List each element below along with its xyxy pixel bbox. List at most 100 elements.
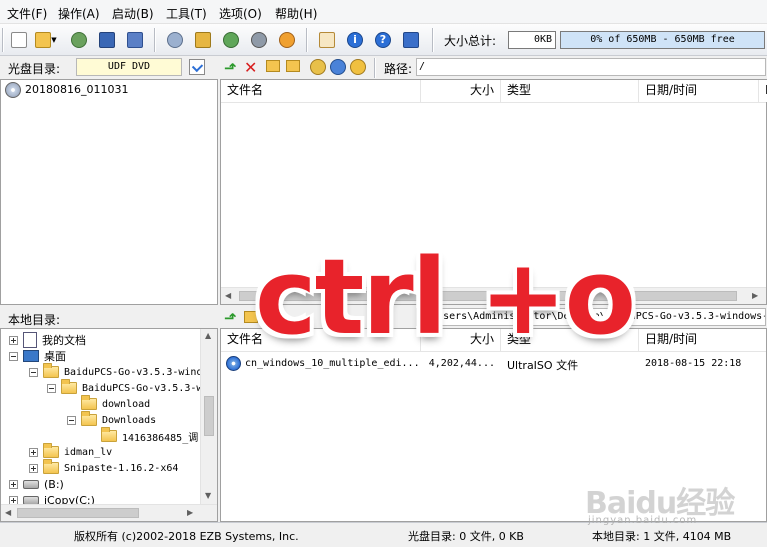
refresh-icon[interactable] (350, 59, 366, 75)
disc-tree-pane[interactable]: 20180816_011031 (0, 79, 218, 305)
col-size[interactable]: 大小 (421, 80, 501, 102)
disc-dir-label: 光盘目录: (8, 62, 61, 76)
size-total-label: 大小总计: (444, 34, 497, 48)
save-icon[interactable] (96, 29, 118, 51)
help-icon[interactable]: ? (372, 29, 394, 51)
tree-item-label: 我的文档 (42, 334, 86, 347)
tree-item[interactable]: (B:) (9, 476, 64, 492)
compress-icon[interactable] (220, 29, 242, 51)
tree-item[interactable]: Downloads (67, 411, 156, 428)
info-icon[interactable]: i (344, 29, 366, 51)
menu-bootable[interactable]: 启动(B) (112, 5, 154, 22)
tree-item[interactable]: idman_lv (29, 443, 113, 460)
tree-item[interactable]: 我的文档 (9, 332, 86, 348)
disc-format-edit-icon[interactable] (189, 59, 205, 75)
open-dropdown-icon[interactable]: ▼ (48, 29, 60, 51)
local-panel-header: 本地目录: (0, 307, 218, 329)
capacity-bar: 0% of 650MB - 650MB free (560, 31, 765, 49)
expand-icon[interactable] (9, 335, 18, 345)
disc-root-item[interactable]: 20180816_011031 (25, 83, 128, 96)
disc-format-field[interactable]: UDF DVD (76, 58, 182, 76)
add-files-icon[interactable] (310, 59, 326, 75)
burn-icon[interactable] (276, 29, 298, 51)
delete-icon[interactable]: ✕ (244, 58, 257, 77)
col-datetime[interactable]: 日期/时间 (639, 329, 766, 351)
col-type[interactable]: 类型 (501, 80, 639, 102)
scroll-left-icon[interactable]: ◀ (225, 291, 231, 300)
tree-item-label: idman_lv (64, 446, 113, 458)
exit-icon[interactable] (400, 29, 422, 51)
status-local-dir: 本地目录: 1 文件, 4104 MB (592, 530, 732, 543)
col-datetime[interactable]: 日期/时间 (639, 80, 759, 102)
mount-icon[interactable] (248, 29, 270, 51)
menu-bar: 文件(F) 操作(A) 启动(B) 工具(T) 选项(O) 帮助(H) (0, 0, 767, 24)
scroll-up-icon[interactable]: ▲ (205, 331, 211, 340)
menu-options[interactable]: 选项(O) (219, 5, 262, 22)
disc-column-header-row: 文件名 大小 类型 日期/时间 L (221, 80, 767, 103)
make-image-icon[interactable] (164, 29, 186, 51)
local-dir-label: 本地目录: (8, 313, 61, 327)
col-filename[interactable]: 文件名 (221, 80, 421, 102)
toolbar-grip (2, 28, 4, 52)
menu-help[interactable]: 帮助(H) (275, 5, 317, 22)
tree-item[interactable]: BaiduPCS-Go-v3.5.3-windows-x64 (29, 363, 217, 380)
up-folder-icon[interactable]: ⬏ (224, 309, 237, 327)
convert-icon[interactable] (192, 29, 214, 51)
tree-item[interactable]: download (67, 395, 151, 412)
new-folder-icon[interactable] (266, 60, 280, 72)
expand-icon[interactable] (29, 447, 38, 457)
scroll-left-icon[interactable]: ◀ (5, 508, 11, 517)
menu-actions[interactable]: 操作(A) (58, 5, 100, 22)
settings-icon[interactable] (330, 59, 346, 75)
folder-icon (101, 427, 117, 442)
toolbar-separator (374, 58, 376, 78)
tree-item-label: download (102, 398, 151, 410)
disc-file-toolbar: ⬏ ✕ 路径: / (220, 56, 767, 80)
collapse-icon[interactable] (9, 351, 18, 361)
scroll-thumb[interactable] (204, 396, 214, 436)
tree-item[interactable]: Snipaste-1.16.2-x64 (29, 459, 178, 476)
collapse-icon[interactable] (47, 383, 56, 393)
tree-item[interactable]: 桌面 (9, 348, 66, 364)
folder-icon (61, 379, 77, 394)
iso-file-icon (226, 356, 241, 371)
status-copyright: 版权所有 (c)2002-2018 EZB Systems, Inc. (74, 530, 299, 543)
local-tree-vertical-scrollbar[interactable]: ▲ ▼ (200, 329, 217, 504)
folder-icon (43, 459, 59, 474)
expand-icon[interactable] (9, 479, 18, 489)
local-tree-horizontal-scrollbar[interactable]: ◀ ▶ (1, 504, 217, 521)
disc-path-field[interactable]: / (416, 58, 766, 76)
local-tree-pane[interactable]: 我的文档桌面 BaiduPCS-Go-v3.5.3-windows-x64 Baid… (0, 328, 218, 522)
tree-item-label: BaiduPCS-Go-v3.5.3-windows-x64 (82, 382, 217, 394)
collapse-icon[interactable] (29, 367, 38, 377)
baidu-watermark-url: jingyan.baidu.com (588, 515, 698, 526)
menu-file[interactable]: 文件(F) (7, 5, 47, 22)
tree-item[interactable]: 1416386485_调 (87, 427, 199, 444)
folder-icon (43, 443, 59, 458)
toolbar-separator (432, 28, 434, 52)
rename-folder-icon[interactable] (286, 60, 300, 72)
new-icon[interactable] (8, 29, 30, 51)
desktop-icon (23, 350, 39, 362)
col-extra[interactable]: L (759, 80, 767, 102)
expand-icon[interactable] (29, 463, 38, 473)
collapse-icon[interactable] (67, 415, 76, 425)
properties-icon[interactable] (124, 29, 146, 51)
folder-icon (81, 411, 97, 426)
info-doc-icon[interactable] (316, 29, 338, 51)
documents-icon (23, 332, 37, 348)
toolbar: ▼ i ? 大小总计: 0KB 0% of 650MB - 650MB free (0, 24, 767, 56)
size-total-value: 0KB (508, 31, 556, 49)
scroll-down-icon[interactable]: ▼ (205, 491, 211, 500)
tree-item[interactable]: BaiduPCS-Go-v3.5.3-windows-x64 (47, 379, 217, 396)
scroll-thumb[interactable] (17, 508, 139, 518)
status-disc-dir: 光盘目录: 0 文件, 0 KB (408, 530, 524, 543)
menu-tools[interactable]: 工具(T) (166, 5, 207, 22)
up-folder-icon[interactable]: ⬏ (224, 59, 237, 77)
save-as-icon[interactable] (68, 29, 90, 51)
scroll-right-icon[interactable]: ▶ (187, 508, 193, 517)
scroll-right-icon[interactable]: ▶ (752, 291, 758, 300)
tree-item-label: 1416386485_调 (122, 432, 199, 444)
drive-icon (23, 479, 39, 489)
folder-icon (43, 363, 59, 378)
